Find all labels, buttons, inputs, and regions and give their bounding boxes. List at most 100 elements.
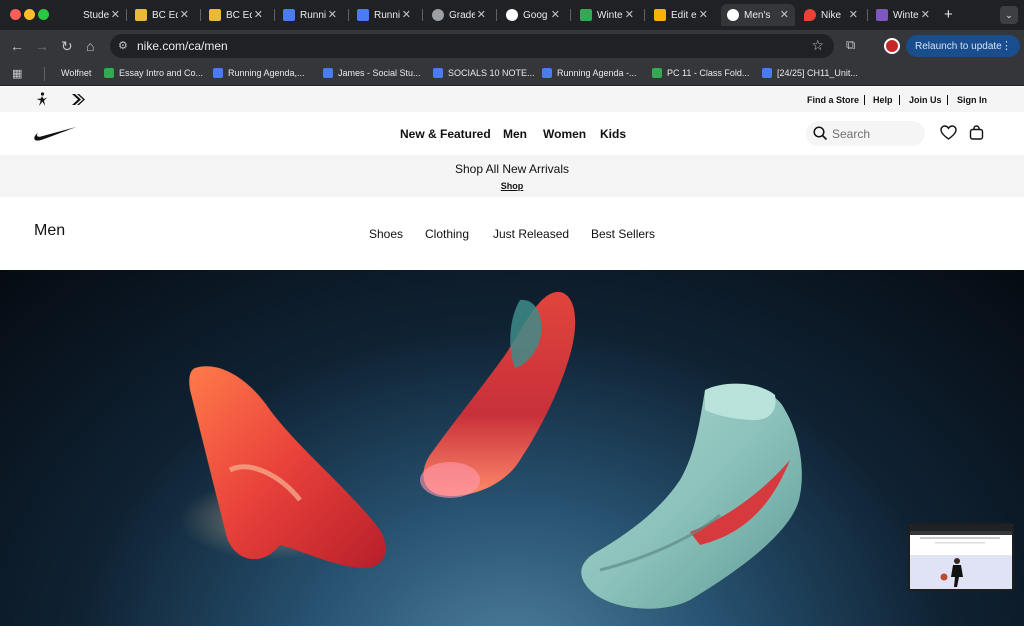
drive-icon	[652, 68, 662, 78]
bookmark-item[interactable]: Wolfnet	[61, 68, 91, 78]
sign-in-link[interactable]: Sign In	[957, 95, 987, 105]
tab-title: Grade	[449, 9, 475, 21]
forward-arrow-icon[interactable]: →	[35, 37, 49, 55]
browser-tab-3[interactable]: BC Ed ✕	[203, 4, 269, 26]
bookmark-item[interactable]: Running Agenda,...	[213, 68, 305, 78]
tab-divider	[867, 9, 868, 21]
bookmark-label: Essay Intro and Co...	[119, 68, 204, 78]
nike-main-nav: New & Featured Men Women Kids	[0, 112, 1024, 155]
drive-icon	[104, 68, 114, 78]
browser-tab-2[interactable]: BC Ed ✕	[129, 4, 195, 26]
picture-in-picture-thumbnail[interactable]	[908, 523, 1014, 591]
reload-icon[interactable]: ↻	[61, 37, 73, 55]
browser-tab-9[interactable]: Edit e ✕	[648, 4, 714, 26]
find-a-store-link[interactable]: Find a Store	[807, 95, 859, 105]
promo-shop-link[interactable]: Shop	[0, 181, 1024, 191]
nav-men[interactable]: Men	[503, 127, 527, 141]
close-tab-icon[interactable]: ✕	[699, 8, 708, 21]
apps-grid-icon[interactable]: ▦	[12, 67, 22, 80]
docs-icon	[283, 9, 295, 21]
bookmark-label: James - Social Stu...	[338, 68, 421, 78]
tab-divider	[570, 9, 571, 21]
subnav-best-sellers[interactable]: Best Sellers	[591, 227, 655, 241]
browser-tab-6[interactable]: Grade ✕	[426, 4, 492, 26]
tab-divider	[644, 9, 645, 21]
browser-tab-4[interactable]: Runni ✕	[277, 4, 343, 26]
minimize-window-button[interactable]	[24, 9, 35, 20]
join-us-link[interactable]: Join Us	[909, 95, 942, 105]
close-window-button[interactable]	[10, 9, 21, 20]
close-tab-icon[interactable]: ✕	[477, 8, 486, 21]
bookmark-item[interactable]: Essay Intro and Co...	[104, 68, 203, 78]
home-icon[interactable]: ⌂	[86, 37, 94, 55]
nike-swoosh-logo-icon[interactable]	[33, 126, 77, 142]
tab-title: Winte	[597, 9, 623, 21]
docs-icon	[357, 9, 369, 21]
bookmark-item[interactable]: [24/25] CH11_Unit...	[762, 68, 858, 78]
profile-avatar[interactable]	[884, 38, 900, 54]
close-tab-icon[interactable]: ✕	[849, 8, 858, 21]
globe-icon	[432, 9, 444, 21]
relaunch-label: Relaunch to update	[915, 40, 1002, 52]
extensions-puzzle-icon[interactable]: ⧉	[846, 37, 855, 53]
close-tab-icon[interactable]: ✕	[180, 8, 189, 21]
tab-title: Winte	[893, 9, 919, 21]
fullscreen-window-button[interactable]	[38, 9, 49, 20]
browser-tab-1[interactable]: Stude ✕	[60, 4, 126, 26]
bookmark-divider	[44, 67, 45, 81]
relaunch-button[interactable]: Relaunch to update ⋮	[906, 35, 1020, 57]
search-icon[interactable]	[813, 126, 828, 141]
bookmark-item[interactable]: James - Social Stu...	[323, 68, 421, 78]
hero-football-boots-illustration	[180, 291, 802, 609]
close-tab-icon[interactable]: ✕	[111, 8, 120, 21]
browser-tab-11[interactable]: Nike ✕	[798, 4, 864, 26]
help-link[interactable]: Help	[873, 95, 893, 105]
more-menu-icon[interactable]: ⋮	[1001, 39, 1012, 52]
new-tab-button[interactable]: +	[944, 6, 953, 23]
favorites-heart-icon[interactable]	[940, 125, 957, 140]
address-bar[interactable]: ⚙ nike.com/ca/men ☆	[110, 34, 834, 58]
nav-new-featured[interactable]: New & Featured	[400, 127, 491, 141]
shopping-bag-icon[interactable]	[969, 125, 984, 140]
site-info-icon[interactable]: ⚙	[118, 39, 128, 52]
bookmarks-bar: ▦ Wolfnet Essay Intro and Co... Running …	[0, 62, 1024, 86]
docs-icon	[213, 68, 223, 78]
browser-tab-7[interactable]: Goog ✕	[500, 4, 566, 26]
close-tab-icon[interactable]: ✕	[254, 8, 263, 21]
bookmark-item[interactable]: Running Agenda -...	[542, 68, 637, 78]
docs-icon	[433, 68, 443, 78]
subnav-clothing[interactable]: Clothing	[425, 227, 469, 241]
browser-tab-8[interactable]: Winte ✕	[574, 4, 640, 26]
blank-icon	[66, 9, 78, 21]
url-text[interactable]: nike.com/ca/men	[137, 39, 228, 53]
close-tab-icon[interactable]: ✕	[551, 8, 560, 21]
bc-icon	[135, 9, 147, 21]
back-arrow-icon[interactable]: ←	[10, 37, 24, 55]
close-tab-icon[interactable]: ✕	[625, 8, 634, 21]
browser-tab-5[interactable]: Runni ✕	[351, 4, 417, 26]
promo-banner: Shop All New Arrivals Shop	[0, 155, 1024, 197]
nav-kids[interactable]: Kids	[600, 127, 626, 141]
converse-logo-icon[interactable]	[71, 93, 85, 106]
tab-title: BC Ed	[226, 9, 252, 21]
tab-search-chevron-icon[interactable]: ⌄	[1000, 6, 1018, 24]
search-box[interactable]	[806, 121, 925, 146]
page-title: Men	[34, 222, 66, 239]
browser-tab-active[interactable]: Men's ✕	[721, 4, 795, 26]
tab-divider	[200, 9, 201, 21]
subnav-just-released[interactable]: Just Released	[493, 227, 569, 241]
bookmark-item[interactable]: PC 11 - Class Fold...	[652, 68, 749, 78]
browser-tab-12[interactable]: Winte ✕	[870, 4, 936, 26]
bookmark-star-icon[interactable]: ☆	[811, 37, 824, 54]
subnav-shoes[interactable]: Shoes	[369, 227, 403, 241]
nav-women[interactable]: Women	[543, 127, 586, 141]
jordan-logo-icon[interactable]	[34, 92, 50, 107]
hero-image[interactable]	[0, 270, 1024, 626]
bookmark-item[interactable]: SOCIALS 10 NOTE...	[433, 68, 535, 78]
search-input[interactable]	[832, 125, 920, 142]
tab-divider	[348, 9, 349, 21]
close-tab-icon[interactable]: ✕	[402, 8, 411, 21]
close-tab-icon[interactable]: ✕	[921, 8, 930, 21]
close-tab-icon[interactable]: ✕	[780, 8, 789, 21]
close-tab-icon[interactable]: ✕	[328, 8, 337, 21]
